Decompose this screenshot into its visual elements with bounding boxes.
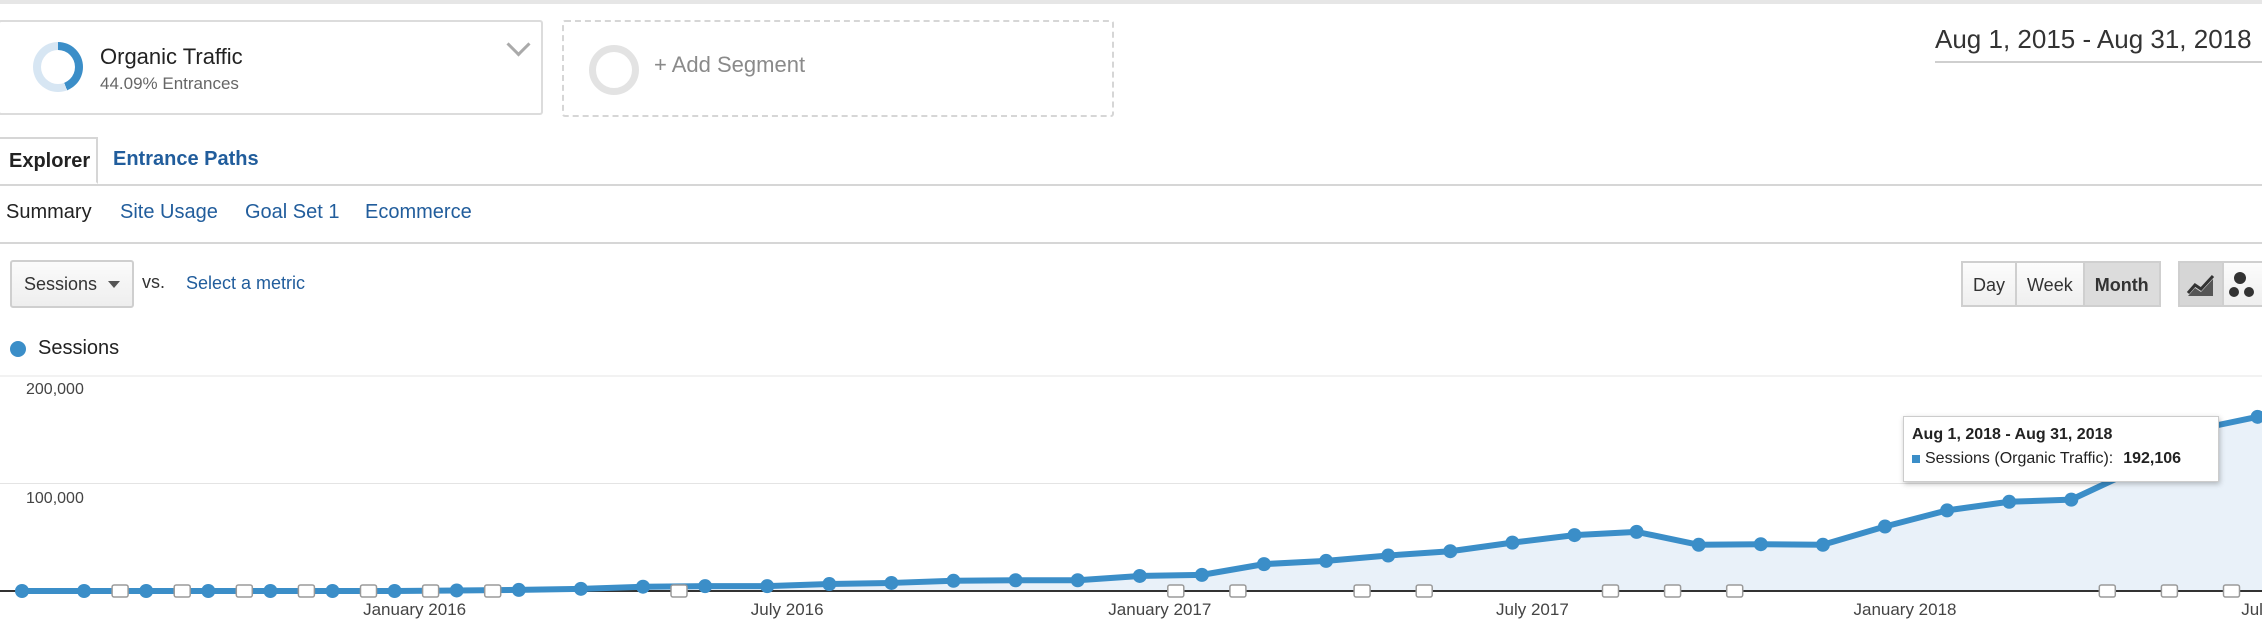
annotation-marker bbox=[1663, 584, 1682, 598]
data-point bbox=[77, 584, 92, 598]
data-point bbox=[1691, 537, 1706, 552]
annotation-marker bbox=[297, 584, 316, 598]
data-point bbox=[822, 577, 837, 592]
data-point bbox=[1070, 573, 1085, 588]
data-point bbox=[2064, 492, 2079, 507]
data-point bbox=[1257, 557, 1271, 572]
data-point bbox=[201, 584, 216, 598]
annotation-marker bbox=[111, 584, 129, 598]
data-point bbox=[1443, 544, 1458, 559]
data-point bbox=[1940, 503, 1955, 518]
data-point bbox=[1505, 535, 1520, 550]
data-point bbox=[263, 584, 278, 598]
data-point bbox=[1132, 568, 1147, 583]
data-point bbox=[139, 584, 154, 598]
x-tick-label: July 2016 bbox=[750, 600, 824, 619]
chart-tooltip: Aug 1, 2018 - Aug 31, 2018 Sessions (Org… bbox=[1903, 416, 2219, 482]
annotation-marker bbox=[1415, 584, 1433, 598]
data-point bbox=[698, 579, 713, 594]
x-tick-label: January 2018 bbox=[1853, 600, 1957, 619]
data-point bbox=[15, 584, 29, 598]
x-tick-label: January 2017 bbox=[1108, 600, 1212, 619]
annotation-marker bbox=[483, 584, 502, 598]
data-point bbox=[760, 579, 775, 594]
tooltip-value: 192,106 bbox=[2123, 450, 2182, 467]
x-tick-label: July 2018 bbox=[2241, 600, 2262, 619]
data-point bbox=[884, 575, 899, 590]
data-point bbox=[573, 581, 588, 596]
x-tick-label: January 2016 bbox=[363, 600, 467, 619]
data-point bbox=[636, 579, 650, 594]
annotation-marker bbox=[421, 584, 440, 598]
tooltip-series-label: Sessions (Organic Traffic): bbox=[1925, 450, 2114, 467]
annotation-marker bbox=[2222, 584, 2241, 598]
data-point bbox=[946, 573, 961, 588]
tooltip-swatch bbox=[1912, 455, 1920, 463]
annotation-marker bbox=[235, 584, 254, 598]
data-point bbox=[449, 583, 464, 598]
data-point bbox=[325, 584, 340, 598]
data-point bbox=[1319, 553, 1334, 568]
annotation-marker bbox=[1353, 584, 1371, 598]
data-point bbox=[1629, 524, 1644, 539]
x-tick-label: July 2017 bbox=[1496, 600, 1569, 619]
sessions-chart bbox=[0, 375, 2262, 598]
data-point bbox=[1878, 519, 1892, 534]
annotation-marker bbox=[1167, 584, 1185, 598]
data-point bbox=[2002, 494, 2017, 509]
data-point bbox=[1753, 537, 1768, 552]
data-point bbox=[1567, 528, 1582, 543]
annotation-marker bbox=[2098, 584, 2117, 598]
annotation-marker bbox=[670, 584, 688, 598]
data-point bbox=[1815, 537, 1830, 552]
annotation-marker bbox=[1229, 584, 1247, 598]
tooltip-title: Aug 1, 2018 - Aug 31, 2018 bbox=[1912, 426, 2113, 443]
annotation-marker bbox=[2160, 584, 2179, 598]
annotation-marker bbox=[1601, 584, 1620, 598]
annotation-marker bbox=[1725, 584, 1744, 598]
data-point bbox=[1008, 573, 1023, 588]
data-point bbox=[387, 584, 402, 598]
data-point bbox=[511, 582, 526, 597]
data-point bbox=[1381, 548, 1396, 563]
annotation-marker bbox=[173, 584, 191, 598]
data-point bbox=[1194, 567, 1209, 582]
annotation-marker bbox=[359, 584, 378, 598]
